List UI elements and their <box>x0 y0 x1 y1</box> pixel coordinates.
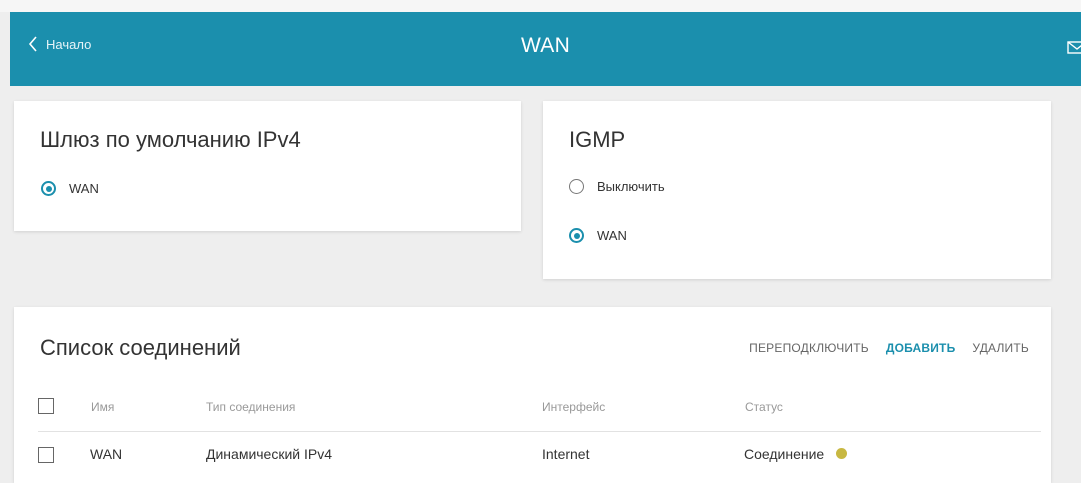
row-name: WAN <box>90 446 123 462</box>
igmp-radio-off[interactable]: Выключить <box>569 179 665 194</box>
igmp-radio-off-label: Выключить <box>597 179 665 194</box>
mail-icon[interactable] <box>1067 40 1081 54</box>
column-header-status: Статус <box>745 400 783 414</box>
page-title: WAN <box>520 34 571 57</box>
connections-card: Список соединений ПЕРЕПОДКЛЮЧИТЬ ДОБАВИТ… <box>14 307 1051 483</box>
igmp-card: IGMP Выключить WAN <box>543 101 1051 279</box>
delete-button[interactable]: УДАЛИТЬ <box>972 341 1029 355</box>
row-type: Динамический IPv4 <box>206 446 333 462</box>
radio-selected-icon <box>569 228 584 243</box>
igmp-radio-wan[interactable]: WAN <box>569 228 627 243</box>
column-header-name: Имя <box>91 400 115 414</box>
gateway-title: Шлюз по умолчанию IPv4 <box>40 127 301 152</box>
gateway-radio-wan[interactable]: WAN <box>41 181 99 196</box>
row-interface: Internet <box>542 446 590 462</box>
column-header-type: Тип соединения <box>206 400 296 414</box>
connections-title: Список соединений <box>40 335 241 360</box>
status-dot-icon <box>836 447 848 459</box>
column-header-interface: Интерфейс <box>542 400 606 414</box>
top-strip <box>0 0 1081 12</box>
radio-selected-icon <box>41 181 56 196</box>
row-status: Соединение <box>744 446 848 462</box>
reconnect-button[interactable]: ПЕРЕПОДКЛЮЧИТЬ <box>749 341 869 355</box>
table-divider <box>38 431 1041 432</box>
row-checkbox[interactable] <box>38 447 54 463</box>
gateway-radio-label: WAN <box>69 181 99 196</box>
gateway-card: Шлюз по умолчанию IPv4 WAN <box>14 101 521 231</box>
radio-icon <box>569 179 584 194</box>
connections-actions: ПЕРЕПОДКЛЮЧИТЬ ДОБАВИТЬ УДАЛИТЬ <box>749 341 1029 355</box>
row-status-label: Соединение <box>744 446 825 462</box>
app-header: Начало WAN <box>10 12 1081 86</box>
add-button[interactable]: ДОБАВИТЬ <box>886 341 956 355</box>
select-all-checkbox[interactable] <box>38 398 54 414</box>
igmp-title: IGMP <box>569 127 626 152</box>
igmp-radio-wan-label: WAN <box>597 228 627 243</box>
